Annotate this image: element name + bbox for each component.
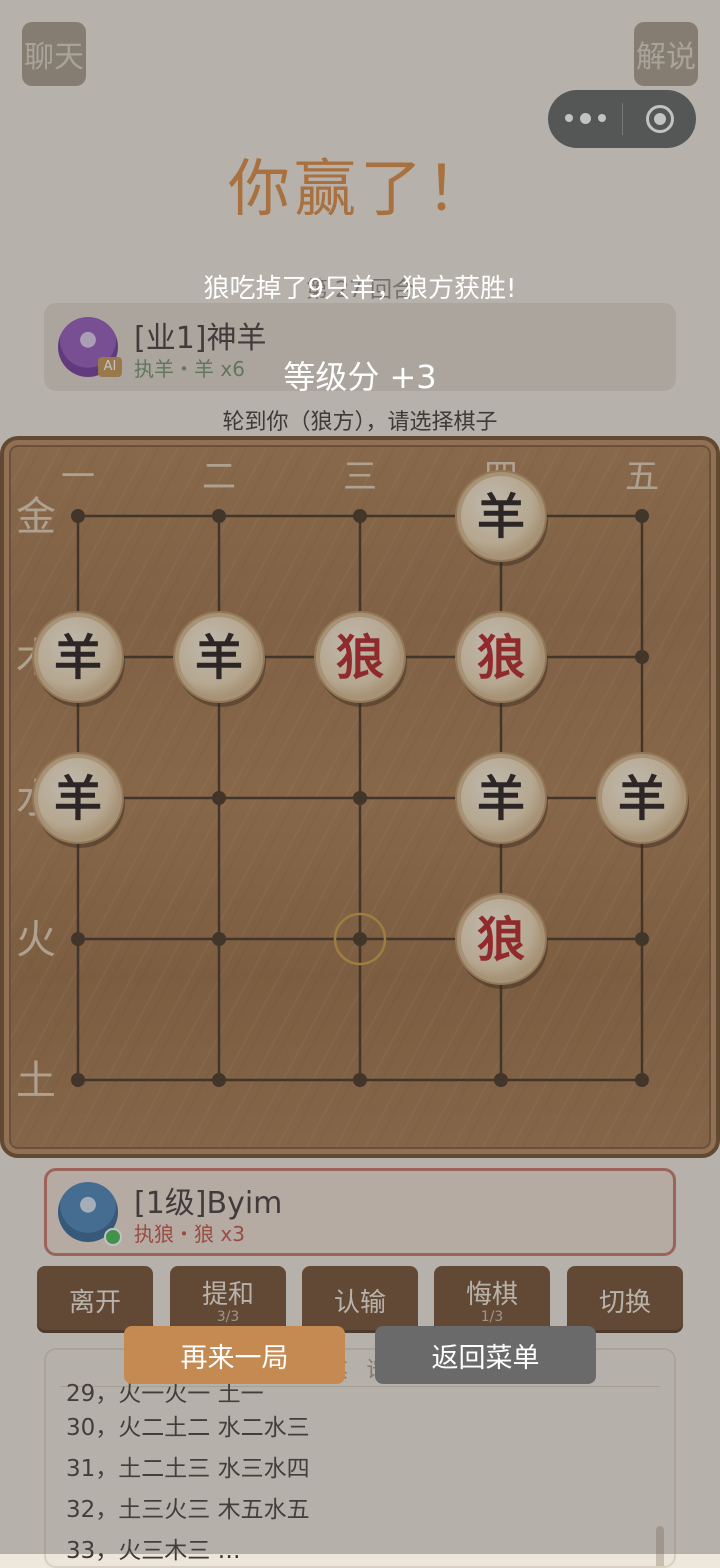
back-to-menu-button[interactable]: 返回菜单 — [375, 1326, 596, 1384]
rating-change: 等级分 +3 — [283, 358, 437, 396]
result-message: 狼吃掉了9只羊，狼方获胜! — [203, 274, 517, 304]
turn-hint: 轮到你（狼方），请选择棋子 — [222, 410, 498, 435]
result-title: 你赢了！ — [227, 152, 492, 225]
replay-button[interactable]: 再来一局 — [124, 1326, 345, 1384]
result-overlay: 你赢了！ 狼吃掉了9只羊，狼方获胜! 等级分 +3 再来一局 返回菜单 — [0, 0, 720, 1554]
